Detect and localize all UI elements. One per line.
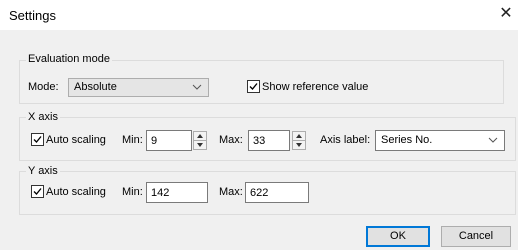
y-min-input[interactable]: 142: [146, 182, 208, 203]
checkmark-icon: [249, 83, 258, 90]
mode-select[interactable]: Absolute: [68, 78, 209, 97]
chevron-down-icon: [192, 84, 202, 90]
x-auto-scaling-checkbox[interactable]: [31, 133, 44, 146]
x-min-value: 9: [151, 135, 158, 147]
spin-down-button[interactable]: [194, 141, 206, 149]
caret-down-icon: [197, 143, 203, 147]
spin-up-button[interactable]: [293, 132, 305, 141]
ok-button[interactable]: OK: [366, 226, 430, 247]
checkmark-icon: [33, 136, 42, 143]
spin-up-button[interactable]: [194, 132, 206, 141]
axis-label-select[interactable]: Series No.: [375, 130, 505, 151]
y-max-label: Max:: [219, 186, 243, 198]
y-axis-legend: Y axis: [26, 165, 60, 177]
y-max-input[interactable]: 622: [245, 182, 309, 203]
caret-down-icon: [296, 143, 302, 147]
mode-select-value: Absolute: [74, 81, 117, 93]
x-axis-legend: X axis: [26, 111, 60, 123]
x-max-input[interactable]: 33: [248, 130, 290, 151]
caret-up-icon: [296, 134, 302, 138]
axis-label-label: Axis label:: [320, 134, 371, 146]
spin-down-button[interactable]: [293, 141, 305, 149]
close-icon[interactable]: ✕: [497, 5, 515, 23]
show-reference-label[interactable]: Show reference value: [262, 81, 368, 93]
window-title: Settings: [9, 8, 56, 23]
x-min-label: Min:: [122, 134, 143, 146]
x-max-label: Max:: [219, 134, 243, 146]
evaluation-mode-legend: Evaluation mode: [26, 53, 112, 65]
chevron-down-icon: [488, 137, 498, 143]
checkmark-icon: [33, 188, 42, 195]
y-auto-scaling-checkbox[interactable]: [31, 185, 44, 198]
y-min-value: 142: [151, 187, 170, 199]
y-auto-scaling-label[interactable]: Auto scaling: [46, 186, 106, 198]
x-max-spinner[interactable]: [292, 131, 306, 150]
x-max-value: 33: [253, 135, 266, 147]
axis-label-select-value: Series No.: [381, 134, 433, 146]
cancel-button[interactable]: Cancel: [441, 226, 511, 247]
show-reference-checkbox[interactable]: [247, 80, 260, 93]
x-min-input[interactable]: 9: [146, 130, 192, 151]
y-max-value: 622: [250, 187, 269, 199]
mode-label: Mode:: [28, 81, 59, 93]
y-min-label: Min:: [122, 186, 143, 198]
x-min-spinner[interactable]: [193, 131, 207, 150]
caret-up-icon: [197, 134, 203, 138]
x-auto-scaling-label[interactable]: Auto scaling: [46, 134, 106, 146]
title-bar: Settings ✕: [0, 0, 518, 30]
